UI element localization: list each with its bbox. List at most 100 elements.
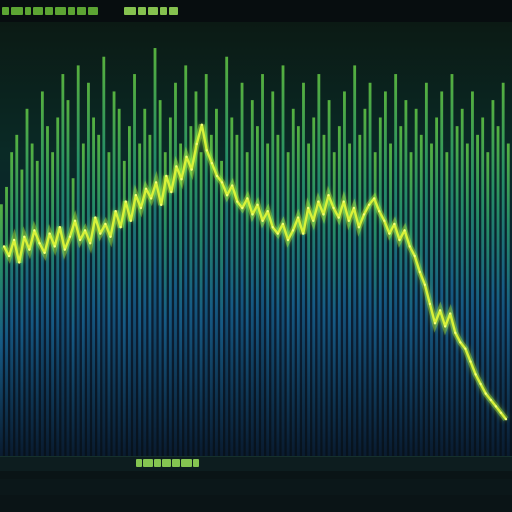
- status-glyph: [77, 7, 86, 15]
- scrubber-glyph: [181, 459, 192, 467]
- status-glyph: [25, 7, 31, 15]
- price-point: [388, 232, 391, 235]
- volume-bar: [307, 143, 311, 456]
- price-point: [205, 149, 208, 152]
- price-point: [291, 229, 295, 232]
- scrubber-glyph: [136, 459, 142, 467]
- scrubber-glyph: [172, 459, 180, 467]
- volume-bar: [465, 143, 469, 456]
- price-point: [63, 248, 66, 251]
- timeline-track[interactable]: [0, 457, 512, 471]
- price-point: [12, 238, 16, 242]
- volume-bar: [215, 108, 218, 456]
- price-point: [286, 238, 290, 242]
- volume-bar: [312, 117, 316, 456]
- price-point: [281, 222, 285, 226]
- price-point: [124, 200, 127, 203]
- price-point: [2, 245, 6, 248]
- scrubber-glyph: [193, 459, 199, 467]
- volume-bar: [435, 117, 439, 456]
- price-point: [373, 197, 376, 200]
- volume-bar: [56, 117, 60, 456]
- price-point: [68, 235, 72, 238]
- timeline-strip[interactable]: [0, 456, 512, 512]
- price-point: [134, 194, 137, 197]
- volume-bar: [209, 134, 213, 456]
- timeline-row: [0, 479, 512, 495]
- price-point: [231, 184, 234, 187]
- status-glyph-group-right: [124, 5, 178, 17]
- price-chart[interactable]: [0, 22, 512, 456]
- price-point: [256, 203, 259, 206]
- volume-bar: [384, 91, 387, 456]
- status-glyph-group-left: [2, 5, 98, 17]
- volume-bar: [235, 134, 239, 456]
- scrubber-glyph: [154, 459, 161, 467]
- status-glyph: [88, 7, 98, 15]
- volume-bar: [450, 74, 454, 456]
- price-point: [357, 226, 361, 229]
- status-glyph: [138, 7, 146, 15]
- price-point: [454, 331, 457, 334]
- volume-bar: [322, 134, 326, 456]
- volume-bar: [15, 134, 19, 456]
- price-point: [83, 229, 87, 232]
- price-point: [474, 373, 477, 376]
- price-point: [479, 382, 482, 386]
- volume-bar: [102, 56, 106, 456]
- volume-bar: [506, 143, 510, 456]
- price-point: [48, 232, 51, 235]
- price-point: [190, 168, 193, 171]
- price-point: [276, 232, 279, 235]
- volume-bar: [317, 74, 321, 456]
- price-point: [433, 322, 437, 325]
- price-point: [236, 200, 239, 203]
- volume-bar: [368, 82, 372, 456]
- volume-bar: [225, 56, 229, 456]
- volume-bar: [20, 169, 24, 456]
- volume-bar: [327, 100, 331, 456]
- price-point: [337, 216, 340, 219]
- trading-chart-screen: [0, 0, 512, 512]
- volume-bar: [476, 134, 479, 456]
- volume-bar: [0, 204, 3, 456]
- price-point: [444, 325, 447, 328]
- price-point: [139, 206, 143, 210]
- price-point: [342, 200, 345, 203]
- volume-bar: [276, 134, 280, 456]
- price-point: [383, 219, 386, 222]
- price-point: [332, 206, 335, 210]
- scrubber-glyph-group: [136, 459, 199, 469]
- price-point: [53, 245, 56, 248]
- volume-bar: [348, 143, 351, 456]
- volume-bar: [133, 74, 136, 456]
- price-point: [398, 238, 401, 242]
- volume-bar: [353, 65, 357, 456]
- price-point: [322, 213, 325, 216]
- price-point: [89, 242, 92, 245]
- volume-bar: [143, 108, 147, 456]
- volume-bar: [40, 91, 44, 456]
- volume-bar: [332, 152, 336, 456]
- volume-bar: [51, 152, 55, 456]
- status-glyph: [148, 7, 158, 15]
- price-point: [403, 229, 406, 232]
- price-point: [160, 203, 163, 206]
- price-point: [119, 226, 122, 229]
- volume-bar: [61, 74, 65, 456]
- price-point: [352, 206, 356, 210]
- volume-bar: [220, 160, 223, 456]
- volume-bar: [399, 126, 403, 456]
- volume-bar: [87, 82, 90, 456]
- volume-bar: [184, 65, 188, 456]
- price-point: [246, 197, 249, 200]
- status-glyph: [169, 7, 178, 15]
- price-point: [210, 162, 214, 165]
- volume-bar: [389, 143, 392, 456]
- price-point: [459, 341, 462, 344]
- price-point: [154, 181, 158, 184]
- price-point: [28, 248, 31, 251]
- price-point: [266, 210, 269, 213]
- price-point: [220, 181, 224, 184]
- volume-bar: [486, 152, 490, 456]
